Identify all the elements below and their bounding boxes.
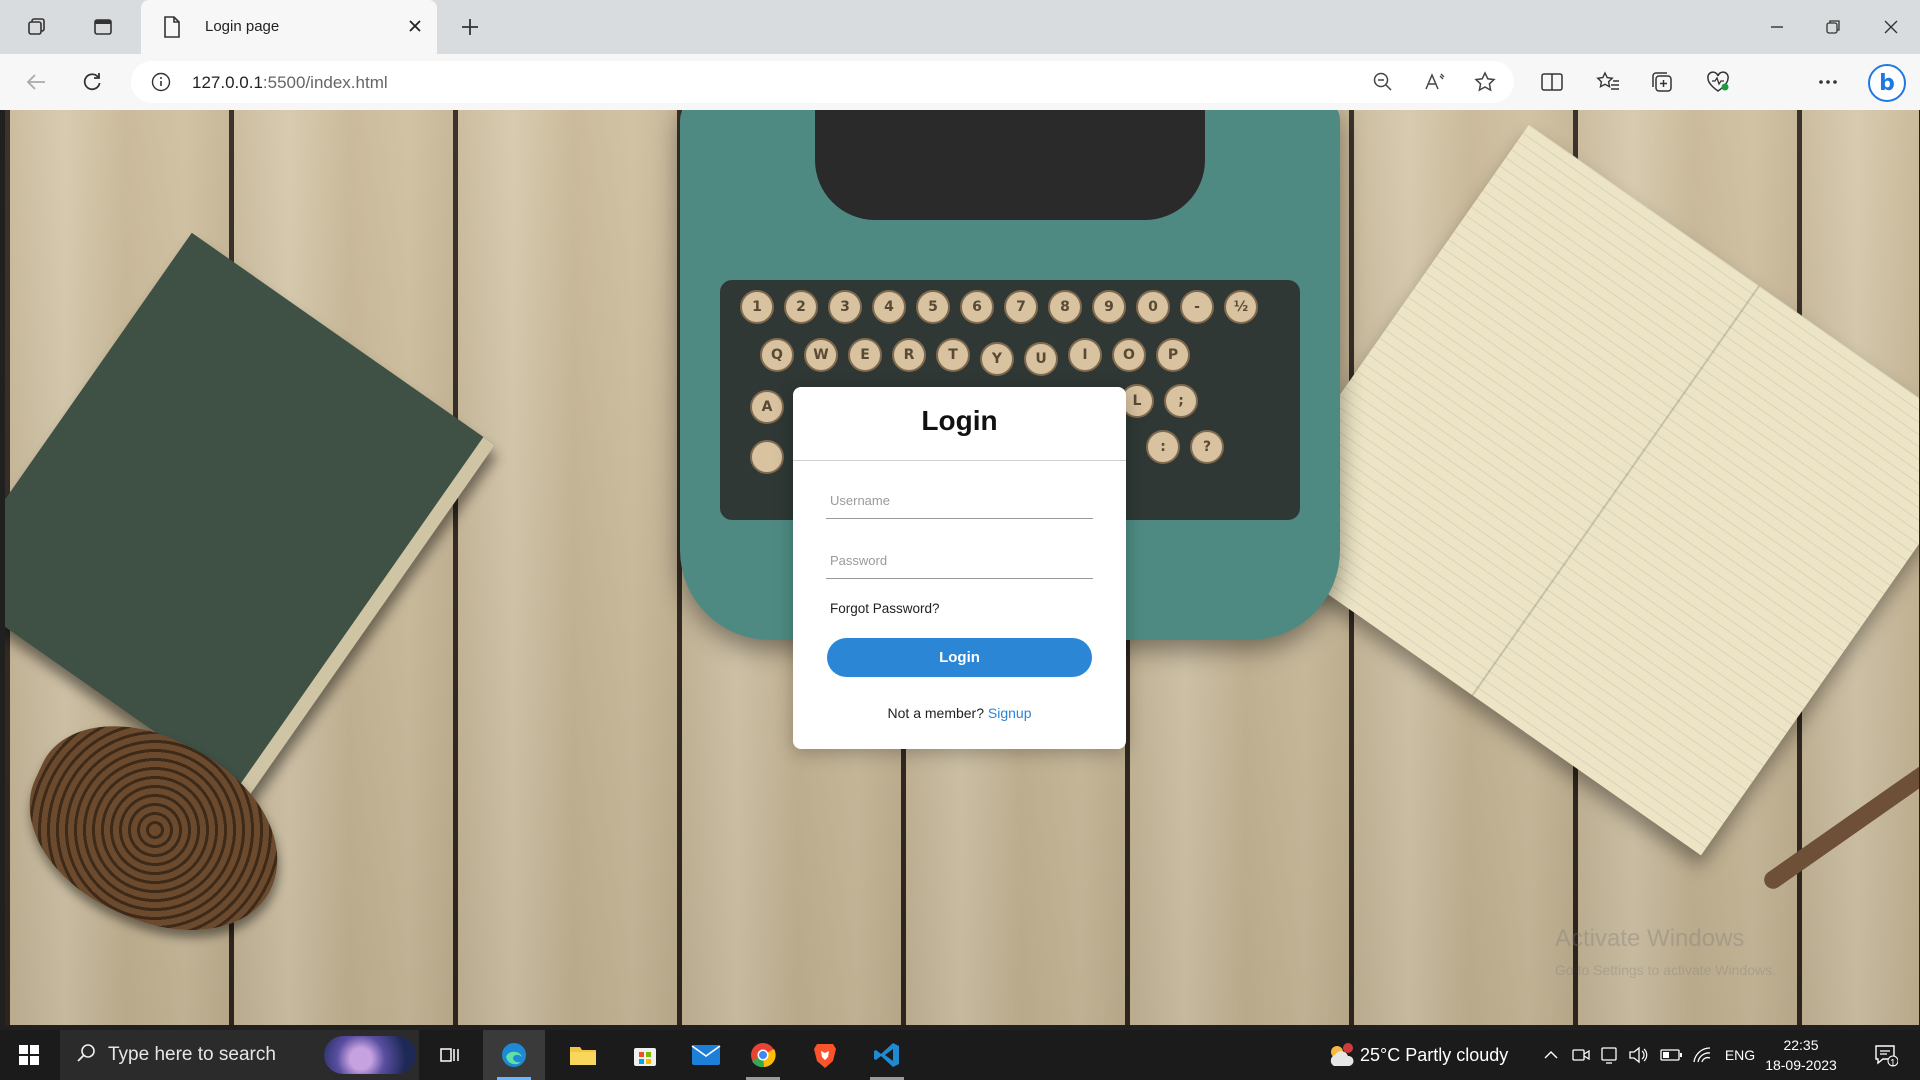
search-placeholder: Type here to search bbox=[108, 1044, 276, 1065]
show-hidden-icons-chevron-icon[interactable] bbox=[1540, 1030, 1562, 1080]
notification-count: 1 bbox=[1890, 1058, 1896, 1069]
password-input[interactable] bbox=[826, 543, 1093, 579]
close-tab-icon[interactable] bbox=[403, 14, 427, 38]
clock-time: 22:35 bbox=[1783, 1037, 1819, 1053]
login-card: Login Forgot Password? Login Not a membe… bbox=[793, 387, 1126, 749]
login-button[interactable]: Login bbox=[827, 638, 1092, 677]
url-path: :5500/index.html bbox=[262, 73, 388, 92]
tab-strip: Login page bbox=[0, 0, 1920, 54]
mail-icon[interactable] bbox=[683, 1030, 729, 1080]
bing-copilot-icon[interactable]: b bbox=[1868, 64, 1906, 102]
clock-date: 18-09-2023 bbox=[1765, 1057, 1837, 1073]
read-aloud-icon[interactable] bbox=[1423, 70, 1447, 94]
taskbar-search[interactable]: Type here to search bbox=[60, 1030, 419, 1080]
language-indicator[interactable]: ENG bbox=[1722, 1030, 1758, 1080]
battery-icon[interactable] bbox=[1658, 1030, 1684, 1080]
card-divider bbox=[793, 460, 1126, 461]
login-heading: Login bbox=[921, 405, 998, 436]
refresh-button[interactable] bbox=[76, 66, 108, 98]
page-icon bbox=[163, 16, 181, 43]
workspaces-icon[interactable] bbox=[22, 12, 52, 42]
meet-now-icon[interactable] bbox=[1570, 1030, 1592, 1080]
file-explorer-icon[interactable] bbox=[560, 1030, 606, 1080]
split-screen-icon[interactable] bbox=[1538, 68, 1566, 96]
favorite-star-icon[interactable] bbox=[1473, 70, 1497, 94]
microsoft-store-icon[interactable] bbox=[622, 1030, 668, 1080]
system-clock[interactable]: 22:35 18-09-2023 bbox=[1762, 1035, 1840, 1075]
edge-taskbar-icon[interactable] bbox=[483, 1030, 545, 1080]
new-tab-button[interactable] bbox=[455, 12, 485, 42]
restore-button[interactable] bbox=[1816, 12, 1850, 42]
more-options-icon[interactable] bbox=[1814, 68, 1842, 96]
forgot-password-link[interactable]: Forgot Password? bbox=[830, 601, 940, 616]
signup-row: Not a member? Signup bbox=[793, 705, 1126, 721]
minimize-button[interactable] bbox=[1760, 12, 1794, 42]
close-window-button[interactable] bbox=[1874, 12, 1908, 42]
site-info-icon[interactable] bbox=[151, 72, 171, 97]
device-icon[interactable] bbox=[1598, 1030, 1620, 1080]
chrome-icon[interactable] bbox=[740, 1030, 786, 1080]
signup-link[interactable]: Signup bbox=[988, 705, 1032, 721]
search-icon bbox=[76, 1043, 96, 1068]
weather-text[interactable]: 25°C Partly cloudy bbox=[1360, 1030, 1520, 1080]
vscode-icon[interactable] bbox=[864, 1030, 910, 1080]
back-button[interactable] bbox=[20, 66, 52, 98]
browser-essentials-icon[interactable] bbox=[1704, 68, 1732, 96]
url-text[interactable]: 127.0.0.1:5500/index.html bbox=[192, 73, 388, 93]
zoom-out-icon[interactable] bbox=[1371, 70, 1395, 94]
address-bar[interactable]: 127.0.0.1:5500/index.html bbox=[131, 61, 1514, 103]
browser-tab[interactable]: Login page bbox=[141, 0, 437, 54]
windows-taskbar: Type here to search 25°C Partly cloudy E… bbox=[0, 1030, 1920, 1080]
activation-watermark: Activate Windows bbox=[1555, 925, 1745, 952]
favorites-icon[interactable] bbox=[1594, 68, 1622, 96]
brave-icon[interactable] bbox=[802, 1030, 848, 1080]
browser-toolbar: 127.0.0.1:5500/index.html bbox=[0, 54, 1920, 150]
activation-watermark-hint: Go to Settings to activate Windows. bbox=[1555, 962, 1776, 978]
not-member-text: Not a member? bbox=[887, 705, 984, 721]
speaker-icon[interactable] bbox=[1626, 1030, 1650, 1080]
weather-icon[interactable] bbox=[1320, 1030, 1362, 1080]
url-host: 127.0.0.1 bbox=[192, 73, 263, 92]
task-view-icon[interactable] bbox=[430, 1030, 470, 1080]
username-input[interactable] bbox=[826, 483, 1093, 519]
tab-title: Login page bbox=[205, 18, 280, 35]
start-button[interactable] bbox=[0, 1030, 58, 1080]
wifi-icon[interactable] bbox=[1690, 1030, 1714, 1080]
search-highlight-image bbox=[324, 1036, 416, 1074]
vertical-tabs-icon[interactable] bbox=[88, 12, 118, 42]
collections-icon[interactable] bbox=[1648, 68, 1676, 96]
notification-center-icon[interactable]: 1 bbox=[1866, 1030, 1906, 1080]
